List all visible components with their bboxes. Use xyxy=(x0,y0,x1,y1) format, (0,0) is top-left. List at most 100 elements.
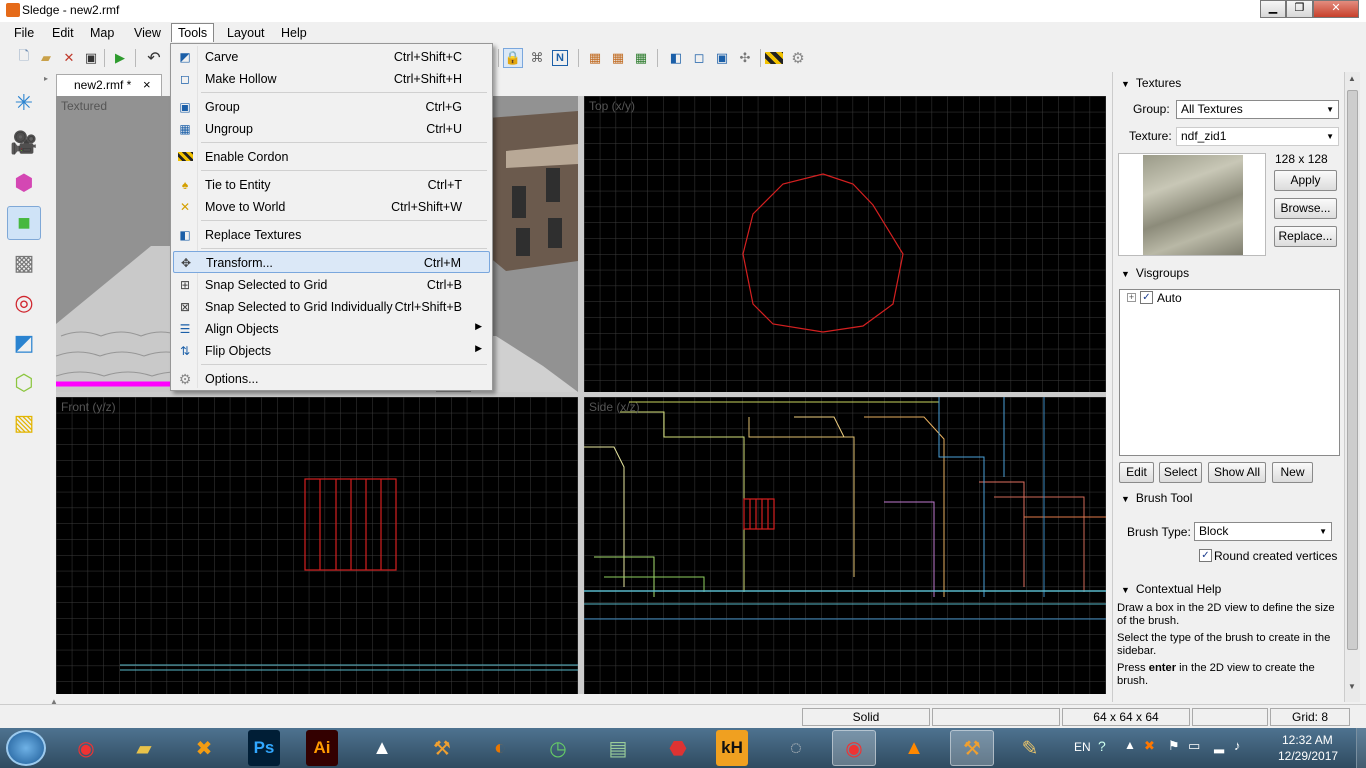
visgroup-auto-checkbox[interactable]: ✓ xyxy=(1140,291,1153,304)
close-button[interactable]: ✕ xyxy=(1313,0,1359,18)
open-folder-icon[interactable]: ▰ xyxy=(36,48,56,68)
help-tray-icon[interactable]: ? xyxy=(1098,738,1106,754)
palette-expand-icon[interactable]: ▲ xyxy=(50,697,58,706)
obs-taskbar-icon[interactable]: ◌ xyxy=(774,730,818,766)
visgroup-tree[interactable]: + ✓ Auto xyxy=(1119,289,1340,456)
menu-edit[interactable]: Edit xyxy=(46,24,80,43)
selection-tool-icon[interactable]: ✳ xyxy=(7,86,41,120)
texture-lock-icon[interactable]: 🔒 xyxy=(503,48,523,68)
tab-new2-rmf[interactable]: new2.rmf * × xyxy=(56,74,162,96)
group-select[interactable]: All Textures ▼ xyxy=(1176,100,1339,119)
chrome-2-taskbar-icon[interactable]: ◉ xyxy=(832,730,876,766)
save-icon[interactable]: ▣ xyxy=(81,48,101,68)
apply-button[interactable]: Apply xyxy=(1274,170,1337,191)
clip-tool-icon[interactable]: ◩ xyxy=(7,326,41,360)
show-hidden-icons-icon[interactable]: ▲ xyxy=(1124,738,1136,752)
menu-item-transform[interactable]: ✥ Transform... Ctrl+M xyxy=(173,251,490,273)
network-tray-icon[interactable]: ▭ xyxy=(1188,738,1200,754)
close-file-icon[interactable]: ✕ xyxy=(59,48,79,68)
explorer-taskbar-icon[interactable]: ▰ xyxy=(122,730,166,766)
decal-tool-icon[interactable]: ◎ xyxy=(7,286,41,320)
terminal-taskbar-icon[interactable]: ▤ xyxy=(596,730,640,766)
minimize-button[interactable]: ▁ xyxy=(1260,0,1286,18)
clock-date[interactable]: 12/29/2017 xyxy=(1278,749,1338,763)
settings-gear-icon[interactable]: ⚙ xyxy=(788,48,808,68)
run-icon[interactable]: ▶ xyxy=(110,48,130,68)
visgroup-new-button[interactable]: New xyxy=(1272,462,1313,483)
menu-help[interactable]: Help xyxy=(275,24,313,43)
unity-taskbar-icon[interactable]: ▲ xyxy=(360,730,404,766)
start-button-icon[interactable] xyxy=(6,730,46,766)
sidebar-scrollbar[interactable]: ▲ ▼ xyxy=(1344,72,1360,702)
brush-type-select[interactable]: Block ▼ xyxy=(1194,522,1332,541)
grid-toggle-icon[interactable]: ▦ xyxy=(585,48,605,68)
menu-map[interactable]: Map xyxy=(84,24,120,43)
menu-item-tie-to-entity[interactable]: ♠ Tie to Entity Ctrl+T xyxy=(173,174,490,196)
app-taskbar-icon[interactable]: ⬣ xyxy=(656,730,700,766)
show-3d-icon[interactable]: ◻ xyxy=(689,48,709,68)
expand-icon[interactable]: + xyxy=(1127,293,1136,302)
menu-item-move-to-world[interactable]: ✕ Move to World Ctrl+Shift+W xyxy=(173,196,490,218)
vertex-tool-icon[interactable]: ⬡ xyxy=(7,366,41,400)
menu-tools[interactable]: Tools xyxy=(171,23,215,42)
menu-item-carve[interactable]: ◩ Carve Ctrl+Shift+C xyxy=(173,46,490,68)
camera-tool-icon[interactable]: 🎥 xyxy=(7,126,41,160)
fit-view-icon[interactable]: ✣ xyxy=(735,48,755,68)
chrome-taskbar-icon[interactable]: ◉ xyxy=(64,730,108,766)
photoshop-taskbar-icon[interactable]: Ps xyxy=(248,730,280,766)
flag-tray-icon[interactable]: ⚑ xyxy=(1168,738,1180,754)
app-tray-icon[interactable]: ✖ xyxy=(1144,738,1155,754)
menu-item-snap-individually[interactable]: ⊠ Snap Selected to Grid Individually Ctr… xyxy=(173,296,490,318)
kh-taskbar-icon[interactable]: kH xyxy=(716,730,748,766)
scroll-up-icon[interactable]: ▲ xyxy=(1348,74,1356,83)
menu-item-flip-objects[interactable]: ⇅ Flip Objects ▶ xyxy=(173,340,490,362)
visgroup-show-all-button[interactable]: Show All xyxy=(1208,462,1266,483)
scroll-down-icon[interactable]: ▼ xyxy=(1348,682,1356,691)
menu-item-snap-to-grid[interactable]: ⊞ Snap Selected to Grid Ctrl+B xyxy=(173,274,490,296)
clock-app-taskbar-icon[interactable]: ◷ xyxy=(536,730,580,766)
tab-close-icon[interactable]: × xyxy=(143,77,151,92)
sledge-taskbar-icon[interactable]: ⚒ xyxy=(420,730,464,766)
visgroup-edit-button[interactable]: Edit xyxy=(1119,462,1154,483)
show-desktop-button[interactable] xyxy=(1356,728,1366,768)
menu-item-group[interactable]: ▣ Group Ctrl+G xyxy=(173,96,490,118)
xampp-taskbar-icon[interactable]: ✖ xyxy=(182,730,226,766)
cordon-tool-icon[interactable]: ▧ xyxy=(7,406,41,440)
blender-taskbar-icon[interactable]: ◐ xyxy=(478,730,522,766)
center-view-icon[interactable]: ▣ xyxy=(712,48,732,68)
volume-tray-icon[interactable]: ♪ xyxy=(1234,738,1241,753)
menu-item-make-hollow[interactable]: ◻ Make Hollow Ctrl+Shift+H xyxy=(173,68,490,90)
visgroup-select-button[interactable]: Select xyxy=(1159,462,1202,483)
menu-item-align-objects[interactable]: ☰ Align Objects ▶ xyxy=(173,318,490,340)
menu-item-ungroup[interactable]: ▦ Ungroup Ctrl+U xyxy=(173,118,490,140)
viewport-front[interactable]: Front (y/z) xyxy=(56,397,578,694)
viewport-horizontal-splitter[interactable] xyxy=(56,392,1106,397)
entity-tool-icon[interactable]: ⬢ xyxy=(7,166,41,200)
paint-taskbar-icon[interactable]: ✎ xyxy=(1008,730,1052,766)
grid-larger-icon[interactable]: ▦ xyxy=(631,48,651,68)
undo-icon[interactable]: ↶ xyxy=(144,48,164,68)
menu-file[interactable]: File xyxy=(8,24,40,43)
browse-button[interactable]: Browse... xyxy=(1274,198,1337,219)
brush-tool-icon[interactable]: ■ xyxy=(7,206,41,240)
cordon-icon[interactable] xyxy=(765,52,783,64)
menu-item-options[interactable]: ⚙ Options... xyxy=(173,368,490,390)
texture-tool-icon[interactable]: ▩ xyxy=(7,246,41,280)
brush-tool-section-header[interactable]: ▼ Brush Tool xyxy=(1121,491,1192,505)
menu-view[interactable]: View xyxy=(128,24,167,43)
illustrator-taskbar-icon[interactable]: Ai xyxy=(306,730,338,766)
visgroups-section-header[interactable]: ▼ Visgroups xyxy=(1121,266,1189,280)
menu-layout[interactable]: Layout xyxy=(221,24,271,43)
language-indicator[interactable]: EN xyxy=(1074,740,1091,754)
textures-section-header[interactable]: ▼ Textures xyxy=(1121,76,1181,90)
vlc-taskbar-icon[interactable]: ▲ xyxy=(892,730,936,766)
sledge-active-taskbar-icon[interactable]: ⚒ xyxy=(950,730,994,766)
signal-tray-icon[interactable]: ▂ xyxy=(1214,738,1224,754)
new-file-icon[interactable]: 🗋 xyxy=(14,48,34,68)
entity-names-icon[interactable]: N xyxy=(552,50,568,66)
scroll-thumb[interactable] xyxy=(1347,90,1358,650)
grid-smaller-icon[interactable]: ▦ xyxy=(608,48,628,68)
contextual-help-section-header[interactable]: ▼ Contextual Help xyxy=(1121,582,1221,596)
ignore-grouping-icon[interactable]: ⌘ xyxy=(527,48,547,68)
texture-select[interactable]: ndf_zid1 ▼ xyxy=(1176,127,1339,146)
